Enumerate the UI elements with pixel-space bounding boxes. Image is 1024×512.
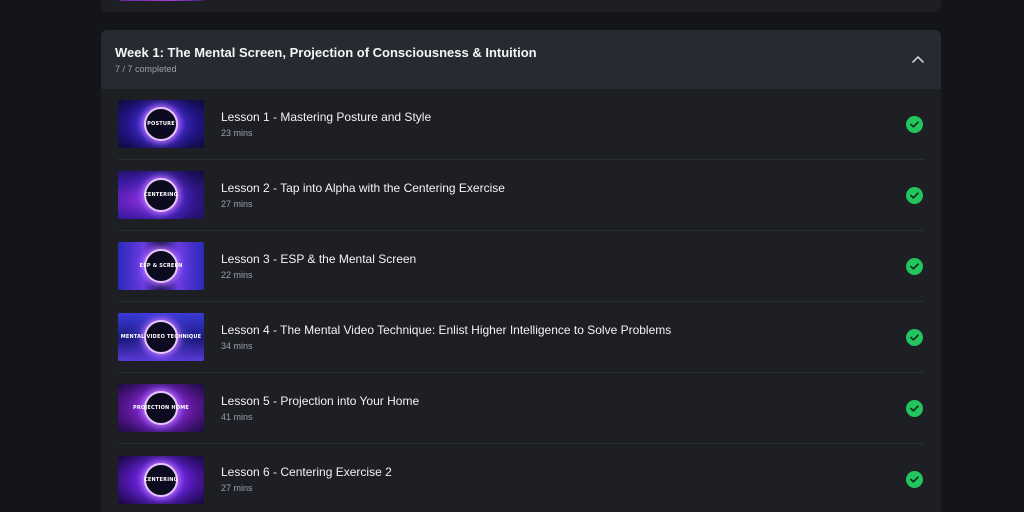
lesson-thumbnail: PROJECTION HOME [118, 384, 204, 432]
thumbnail-label: POSTURE [147, 121, 175, 127]
lesson-duration: 27 mins [221, 483, 253, 493]
lesson-item[interactable]: MENTAL VIDEO TECHNIQUE Lesson 4 - The Me… [118, 302, 924, 373]
check-circle-icon [906, 186, 923, 204]
thumbnail-label: CENTERING [144, 192, 178, 198]
module-progress: 7 / 7 completed [115, 64, 177, 74]
thumbnail-label: CENTERING [144, 476, 178, 483]
thumbnail-label: ESP & SCREEN [139, 263, 183, 269]
thumbnail-label: PROJECTION HOME [133, 405, 189, 411]
lesson-list: POSTURE Lesson 1 - Mastering Posture and… [101, 89, 941, 512]
lesson-item[interactable]: CENTERING Lesson 2 - Tap into Alpha with… [118, 160, 924, 231]
lesson-item[interactable]: PROJECTION HOME Lesson 5 - Projection in… [118, 373, 924, 444]
collapse-button[interactable] [909, 50, 927, 68]
course-page: Week 1: The Mental Screen, Projection of… [0, 0, 1024, 512]
module-title: Week 1: The Mental Screen, Projection of… [115, 45, 537, 60]
check-circle-icon [906, 115, 923, 133]
lesson-title: Lesson 5 - Projection into Your Home [221, 393, 420, 408]
lesson-thumbnail: ESP & SCREEN [118, 242, 204, 290]
thumbnail-label: MENTAL VIDEO TECHNIQUE [120, 334, 202, 340]
lesson-duration: 41 mins [221, 411, 253, 422]
previous-lesson-thumbnail [119, 0, 205, 1]
previous-module-card[interactable] [101, 0, 941, 12]
lesson-thumbnail: CENTERING [118, 455, 204, 504]
check-circle-icon [906, 328, 923, 346]
lesson-title: Lesson 4 - The Mental Video Technique: E… [221, 322, 672, 337]
module-header[interactable]: Week 1: The Mental Screen, Projection of… [101, 30, 941, 89]
lesson-title: Lesson 1 - Mastering Posture and Style [221, 109, 432, 124]
lesson-thumbnail: POSTURE [118, 100, 204, 148]
lesson-item[interactable]: POSTURE Lesson 1 - Mastering Posture and… [118, 89, 924, 160]
module-week-1: Week 1: The Mental Screen, Projection of… [101, 30, 941, 512]
check-circle-icon [906, 471, 923, 488]
lesson-item[interactable]: CENTERING Lesson 6 - Centering Exercise … [118, 444, 924, 512]
lesson-title: Lesson 6 - Centering Exercise 2 [221, 465, 392, 479]
lesson-title: Lesson 3 - ESP & the Mental Screen [221, 251, 417, 266]
lesson-thumbnail: MENTAL VIDEO TECHNIQUE [118, 313, 204, 361]
lesson-thumbnail: CENTERING [118, 171, 204, 219]
lesson-duration: 27 mins [221, 198, 253, 209]
lesson-duration: 34 mins [221, 340, 253, 351]
chevron-up-icon [912, 56, 924, 63]
check-circle-icon [906, 399, 923, 417]
lesson-duration: 23 mins [221, 127, 253, 138]
lesson-item[interactable]: ESP & SCREEN Lesson 3 - ESP & the Mental… [118, 231, 924, 302]
lesson-duration: 22 mins [221, 269, 253, 280]
check-circle-icon [906, 257, 923, 275]
lesson-title: Lesson 2 - Tap into Alpha with the Cente… [221, 180, 505, 195]
